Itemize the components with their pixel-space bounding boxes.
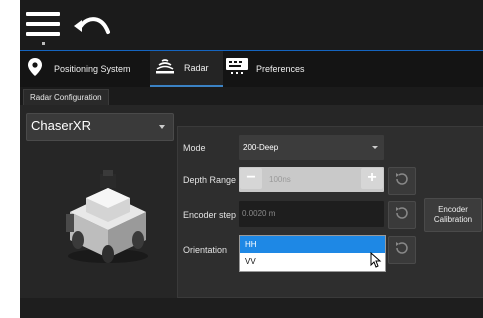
mouse-cursor-icon [370,251,382,273]
reset-icon [394,171,410,192]
tab-label: Preferences [256,64,305,74]
device-select[interactable]: ChaserXR [26,113,174,141]
encoder-step-label: Encoder step [183,210,237,220]
tab-bar: Positioning System Radar Preferences [20,51,483,87]
tab-label: Positioning System [54,64,131,74]
depth-range-stepper: − 100ns + [239,167,384,192]
orientation-dropdown-list: HH VV [239,235,386,272]
chevron-down-icon [372,146,378,149]
dropdown-option-vv[interactable]: VV [240,253,385,270]
tab-radar[interactable]: Radar [150,51,223,87]
tab-positioning-system[interactable]: Positioning System [28,51,156,87]
orientation-reset-button[interactable] [388,236,416,264]
dropdown-option-hh[interactable]: HH [240,236,385,253]
depth-range-label: Depth Range [183,175,237,185]
mode-label: Mode [183,143,206,153]
plus-icon: + [367,169,377,186]
encoder-step-value: 0.0020 m [242,209,276,218]
minus-icon: − [246,169,256,186]
tab-preferences[interactable]: Preferences [226,51,326,87]
undo-back-icon[interactable] [72,12,112,38]
subtab-bar: Radar Configuration [20,87,483,105]
subtab-radar-configuration[interactable]: Radar Configuration [23,89,109,105]
depth-plus-button[interactable]: + [361,168,383,189]
location-pin-icon [28,57,42,81]
encoder-calibration-line2: Calibration [433,215,473,224]
orientation-label: Orientation [183,245,228,255]
device-select-value: ChaserXR [31,118,91,133]
depth-minus-button[interactable]: − [240,168,262,189]
radar-waves-icon [156,58,174,79]
chevron-down-icon [159,125,165,129]
radar-device-image [58,168,158,266]
encoder-calibration-line1: Encoder [438,205,468,214]
reset-icon [394,240,410,261]
bottom-status-bar [20,298,483,318]
mode-select[interactable]: 200-Deep [239,135,384,160]
top-toolbar [20,0,483,51]
hamburger-menu-icon[interactable] [26,12,60,45]
mode-select-value: 200-Deep [243,143,279,152]
reset-icon [394,205,410,226]
encoder-step-input[interactable]: 0.0020 m [239,201,384,227]
depth-range-value[interactable]: 100ns [269,175,291,184]
encoder-calibration-button[interactable]: Encoder Calibration [424,198,482,232]
keyboard-icon [226,57,248,81]
encoder-step-reset-button[interactable] [388,201,416,229]
tab-label: Radar [184,63,209,73]
depth-range-reset-button[interactable] [388,167,416,195]
